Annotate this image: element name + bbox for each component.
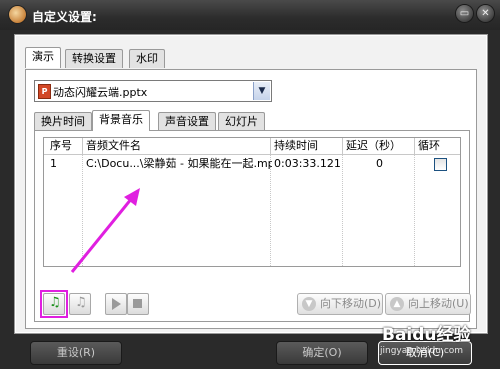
column-header-index[interactable]: 序号 — [46, 138, 86, 154]
row-loop-checkbox[interactable] — [434, 158, 447, 171]
watermark-url: jingyan.baidu.com — [380, 346, 464, 356]
tab-slide-timing[interactable]: 换片时间 — [34, 112, 92, 131]
baidu-watermark: Baidu经验 — [382, 325, 471, 345]
move-down-button[interactable]: ▼ 向下移动(D) — [297, 293, 383, 315]
row-filename: C:\Docu...\梁静茹 - 如果能在一起.mp3 — [86, 157, 272, 170]
play-button[interactable] — [105, 293, 127, 315]
move-up-button[interactable]: ▲ 向上移动(U) — [385, 293, 471, 315]
ok-button[interactable]: 确定(O) — [276, 341, 368, 365]
ppt-file-icon: P — [38, 84, 51, 99]
tab-presentation[interactable]: 演示 — [25, 47, 61, 68]
column-header-delay[interactable]: 延迟（秒） — [342, 138, 416, 154]
tab-sound-settings[interactable]: 声音设置 — [158, 112, 216, 131]
window-title: 自定义设置: — [32, 10, 97, 24]
move-down-label: 向下移动(D) — [320, 297, 382, 310]
minimize-button[interactable]: ▭ — [456, 5, 473, 22]
tab-background-music[interactable]: 背景音乐 — [92, 110, 150, 131]
stop-button[interactable] — [127, 293, 149, 315]
stop-icon — [133, 299, 142, 308]
chevron-down-icon[interactable]: ▼ — [253, 82, 270, 100]
play-icon — [112, 298, 121, 310]
remove-music-icon: ♫ — [75, 295, 87, 310]
tab-watermark[interactable]: 水印 — [129, 49, 165, 68]
selected-file-name: 动态闪耀云端.pptx — [53, 86, 148, 99]
column-header-duration[interactable]: 持续时间 — [270, 138, 344, 154]
settings-panel: 演示 转换设置 水印 P 动态闪耀云端.pptx ▼ 换片时间 背景音乐 声音设… — [14, 34, 488, 334]
music-list[interactable]: 序号 音频文件名 持续时间 延迟（秒） 循环 1 C:\Docu...\梁静茹 … — [43, 137, 461, 267]
row-duration: 0:03:33.121 — [274, 157, 341, 170]
tab-slides[interactable]: 幻灯片 — [218, 112, 265, 131]
row-index: 1 — [50, 157, 57, 170]
add-music-button[interactable]: ♫ — [43, 293, 65, 315]
top-tab-bar: 演示 转换设置 水印 — [25, 47, 475, 69]
close-button[interactable]: ✕ — [477, 5, 494, 22]
column-header-filename[interactable]: 音频文件名 — [82, 138, 272, 154]
table-row[interactable]: 1 C:\Docu...\梁静茹 - 如果能在一起.mp3 0:03:33.12… — [44, 155, 460, 173]
presentation-tab-content: P 动态闪耀云端.pptx ▼ 换片时间 背景音乐 声音设置 幻灯片 序号 音频… — [25, 69, 477, 329]
add-music-icon: ♫ — [49, 295, 61, 310]
arrow-up-icon: ▲ — [390, 297, 404, 311]
remove-music-button[interactable]: ♫ — [69, 293, 91, 315]
sub-tab-bar: 换片时间 背景音乐 声音设置 幻灯片 — [34, 110, 464, 131]
title-bar: 自定义设置: ▭ ✕ — [0, 0, 500, 30]
tab-conversion-settings[interactable]: 转换设置 — [65, 49, 123, 68]
column-header-loop[interactable]: 循环 — [414, 138, 462, 154]
row-delay[interactable]: 0 — [372, 155, 406, 173]
music-list-header: 序号 音频文件名 持续时间 延迟（秒） 循环 — [44, 138, 460, 155]
reset-button[interactable]: 重设(R) — [30, 341, 122, 365]
app-icon — [9, 6, 26, 23]
move-up-label: 向上移动(U) — [408, 297, 469, 310]
background-music-content: 序号 音频文件名 持续时间 延迟（秒） 循环 1 C:\Docu...\梁静茹 … — [34, 130, 471, 322]
arrow-down-icon: ▼ — [302, 297, 316, 311]
presentation-file-select[interactable]: P 动态闪耀云端.pptx ▼ — [34, 80, 272, 102]
